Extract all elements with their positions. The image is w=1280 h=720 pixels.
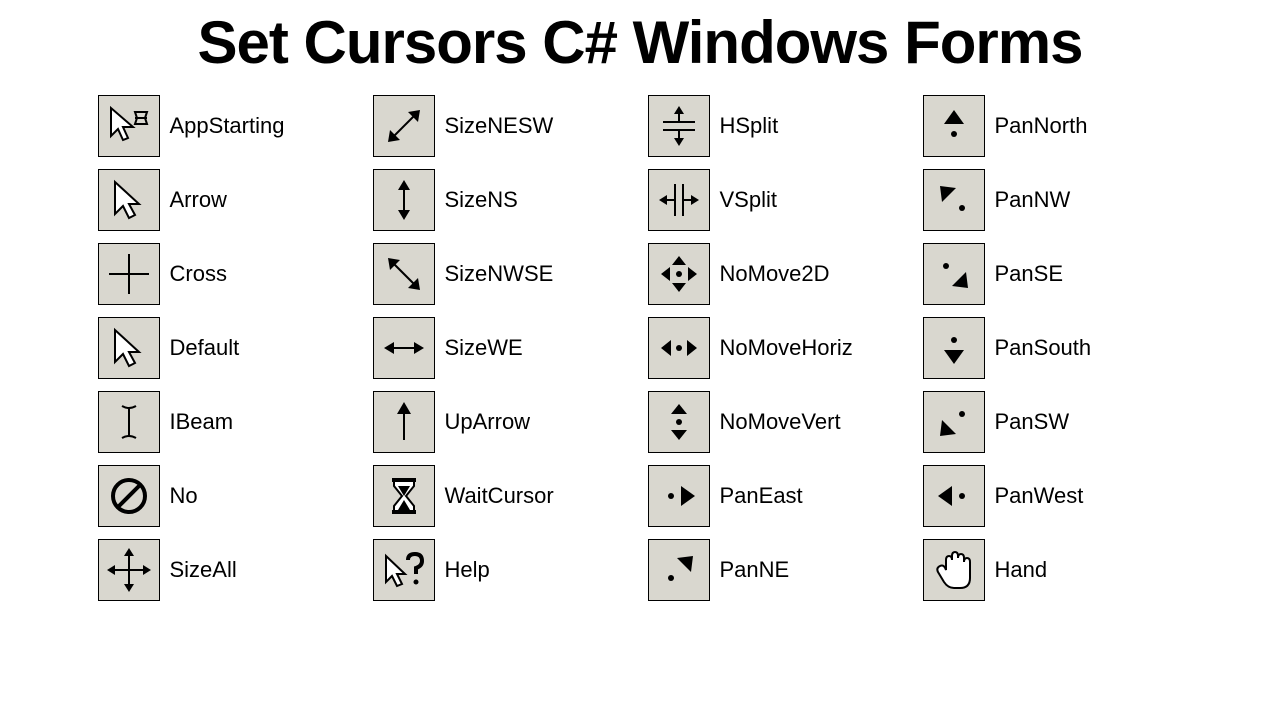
cursor-row: PanSouth [923, 317, 1183, 379]
cursor-row: PanSE [923, 243, 1183, 305]
vsplit-icon [648, 169, 710, 231]
arrow-icon [98, 169, 160, 231]
cursor-label: Cross [170, 261, 227, 287]
cursor-row: NoMoveVert [648, 391, 908, 453]
sizenesw-icon [373, 95, 435, 157]
cursor-label: No [170, 483, 198, 509]
uparrow-icon [373, 391, 435, 453]
pannorth-icon [923, 95, 985, 157]
cursor-label: SizeNWSE [445, 261, 554, 287]
cursor-label: SizeNESW [445, 113, 554, 139]
nomovevert-icon [648, 391, 710, 453]
cursor-label: SizeNS [445, 187, 518, 213]
column-2: HSplit VSplit NoMove2D NoMoveHoriz NoMov… [648, 95, 908, 601]
cursor-row: Help [373, 539, 633, 601]
panse-icon [923, 243, 985, 305]
ibeam-icon [98, 391, 160, 453]
cursor-label: SizeWE [445, 335, 523, 361]
cursor-label: PanSW [995, 409, 1070, 435]
appstarting-icon [98, 95, 160, 157]
cursor-label: HSplit [720, 113, 779, 139]
cursor-label: Arrow [170, 187, 227, 213]
cursor-label: PanSE [995, 261, 1064, 287]
cursor-label: Hand [995, 557, 1048, 583]
cursor-row: VSplit [648, 169, 908, 231]
page-title: Set Cursors C# Windows Forms [0, 8, 1280, 77]
cursor-row: PanSW [923, 391, 1183, 453]
cross-icon [98, 243, 160, 305]
cursor-label: Help [445, 557, 490, 583]
cursor-label: UpArrow [445, 409, 531, 435]
no-icon [98, 465, 160, 527]
cursor-row: Hand [923, 539, 1183, 601]
nomovehoriz-icon [648, 317, 710, 379]
hand-icon [923, 539, 985, 601]
sizewe-icon [373, 317, 435, 379]
cursor-row: PanNorth [923, 95, 1183, 157]
cursor-label: PanNW [995, 187, 1071, 213]
pansouth-icon [923, 317, 985, 379]
cursor-label: AppStarting [170, 113, 285, 139]
cursor-row: IBeam [98, 391, 358, 453]
panwest-icon [923, 465, 985, 527]
cursor-row: SizeNS [373, 169, 633, 231]
cursor-grid: AppStarting Arrow Cross Default IBeam No… [0, 77, 1280, 601]
column-1: SizeNESW SizeNS SizeNWSE SizeWE UpArrow … [373, 95, 633, 601]
sizeall-icon [98, 539, 160, 601]
sizenwse-icon [373, 243, 435, 305]
paneast-icon [648, 465, 710, 527]
pansw-icon [923, 391, 985, 453]
pannw-icon [923, 169, 985, 231]
hsplit-icon [648, 95, 710, 157]
cursor-row: UpArrow [373, 391, 633, 453]
cursor-row: AppStarting [98, 95, 358, 157]
cursor-row: PanWest [923, 465, 1183, 527]
cursor-row: PanNE [648, 539, 908, 601]
waitcursor-icon [373, 465, 435, 527]
cursor-row: Default [98, 317, 358, 379]
nomove2d-icon [648, 243, 710, 305]
cursor-row: NoMoveHoriz [648, 317, 908, 379]
cursor-label: PanNorth [995, 113, 1088, 139]
cursor-row: WaitCursor [373, 465, 633, 527]
cursor-label: NoMoveHoriz [720, 335, 853, 361]
cursor-label: IBeam [170, 409, 234, 435]
column-0: AppStarting Arrow Cross Default IBeam No… [98, 95, 358, 601]
cursor-label: PanEast [720, 483, 803, 509]
cursor-row: Cross [98, 243, 358, 305]
cursor-row: NoMove2D [648, 243, 908, 305]
cursor-label: NoMove2D [720, 261, 830, 287]
cursor-label: VSplit [720, 187, 777, 213]
cursor-row: Arrow [98, 169, 358, 231]
cursor-label: WaitCursor [445, 483, 554, 509]
default-icon [98, 317, 160, 379]
cursor-row: PanNW [923, 169, 1183, 231]
cursor-row: SizeNWSE [373, 243, 633, 305]
cursor-row: SizeAll [98, 539, 358, 601]
cursor-label: PanSouth [995, 335, 1092, 361]
cursor-row: PanEast [648, 465, 908, 527]
cursor-label: Default [170, 335, 240, 361]
cursor-label: SizeAll [170, 557, 237, 583]
sizens-icon [373, 169, 435, 231]
cursor-label: PanNE [720, 557, 790, 583]
cursor-row: No [98, 465, 358, 527]
panne-icon [648, 539, 710, 601]
help-icon [373, 539, 435, 601]
cursor-row: SizeNESW [373, 95, 633, 157]
cursor-row: HSplit [648, 95, 908, 157]
column-3: PanNorth PanNW PanSE PanSouth PanSW PanW… [923, 95, 1183, 601]
cursor-label: PanWest [995, 483, 1084, 509]
cursor-row: SizeWE [373, 317, 633, 379]
cursor-label: NoMoveVert [720, 409, 841, 435]
